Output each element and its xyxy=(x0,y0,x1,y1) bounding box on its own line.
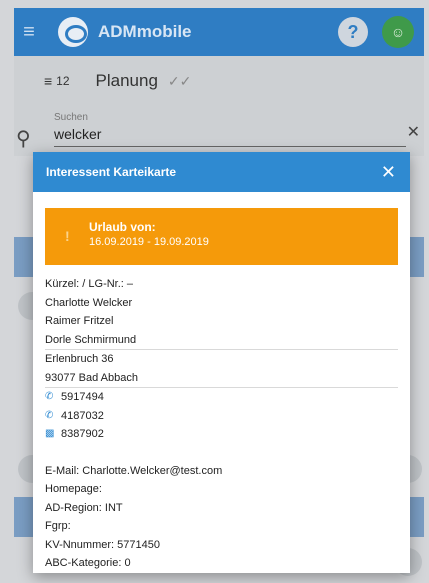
kv-line: KV-Nnummer: 5771450 xyxy=(45,538,160,551)
fax-row: ▩ 8387902 xyxy=(45,425,398,444)
vacation-alert: ! Urlaub von: 16.09.2019 - 19.09.2019 xyxy=(45,208,398,265)
phone-row[interactable]: ✆ 5917494 xyxy=(45,388,398,407)
address-city: 93077 Bad Abbach xyxy=(45,371,138,384)
abc-line: ABC-Kategorie: 0 xyxy=(45,557,131,569)
phone-number[interactable]: 5917494 xyxy=(61,388,104,407)
app-logo xyxy=(58,17,88,47)
page-title: Planung xyxy=(95,71,158,90)
contact-name: Dorle Schmirmund xyxy=(45,333,137,346)
search-underline xyxy=(54,146,406,147)
address-block: Erlenbruch 36 93077 Bad Abbach xyxy=(45,350,398,387)
search-area: Suchen welcker ✕ xyxy=(14,106,424,156)
planning-bar: ≡ 12 Planung ✓✓ xyxy=(14,56,424,106)
fgrp-line: Fgrp: xyxy=(45,520,71,532)
user-icon[interactable]: ☺ xyxy=(382,16,414,48)
fax-number: 8387902 xyxy=(61,428,104,440)
email-line[interactable]: E-Mail: Charlotte.Welcker@test.com xyxy=(45,462,398,481)
search-input[interactable]: welcker xyxy=(54,126,101,142)
homepage-line: Homepage: xyxy=(45,483,102,495)
dialog-header: Interessent Karteikarte ✕ xyxy=(33,152,410,192)
alert-title: Urlaub von: xyxy=(89,220,156,234)
search-label: Suchen xyxy=(54,112,88,123)
contact-name: Raimer Fritzel xyxy=(45,315,114,327)
dialog-title: Interessent Karteikarte xyxy=(46,165,177,179)
close-icon[interactable]: ✕ xyxy=(381,162,396,183)
help-icon[interactable]: ? xyxy=(338,17,368,47)
fax-icon: ▩ xyxy=(45,428,55,439)
app-bar: ≡ ADMmobile ? ☺ xyxy=(14,8,424,56)
dialog-body: ! Urlaub von: 16.09.2019 - 19.09.2019 Kü… xyxy=(33,192,410,573)
mobile-row[interactable]: ✆ 4187032 xyxy=(45,407,398,426)
region-line: AD-Region: INT xyxy=(45,501,123,514)
address-street: Erlenbruch 36 xyxy=(45,353,114,365)
details-block: E-Mail: Charlotte.Welcker@test.com Homep… xyxy=(45,462,398,573)
clear-icon[interactable]: ✕ xyxy=(407,122,420,142)
interessent-dialog: Interessent Karteikarte ✕ ! Urlaub von: … xyxy=(33,152,410,573)
mobile-number[interactable]: 4187032 xyxy=(61,407,104,426)
search-icon[interactable]: ⚲ xyxy=(16,126,31,151)
menu-icon[interactable]: ≡ xyxy=(14,8,44,56)
exclamation-icon: ! xyxy=(65,228,70,244)
list-icon[interactable]: ≡ xyxy=(44,73,52,89)
kuerzel-line: Kürzel: / LG-Nr.: – xyxy=(45,278,134,290)
app-title: ADMmobile xyxy=(98,22,192,41)
customer-info: Kürzel: / LG-Nr.: – Charlotte Welcker Ra… xyxy=(45,265,398,349)
contact-name: Charlotte Welcker xyxy=(45,296,133,309)
alert-dates: 16.09.2019 - 19.09.2019 xyxy=(89,236,209,248)
item-count: 12 xyxy=(56,74,70,88)
phone-icon: ✆ xyxy=(45,391,54,402)
phone-block: ✆ 5917494 ✆ 4187032 ▩ 8387902 xyxy=(45,388,398,444)
phone-forward-icon: ✆ xyxy=(45,409,54,421)
double-check-icon: ✓✓ xyxy=(167,72,192,89)
